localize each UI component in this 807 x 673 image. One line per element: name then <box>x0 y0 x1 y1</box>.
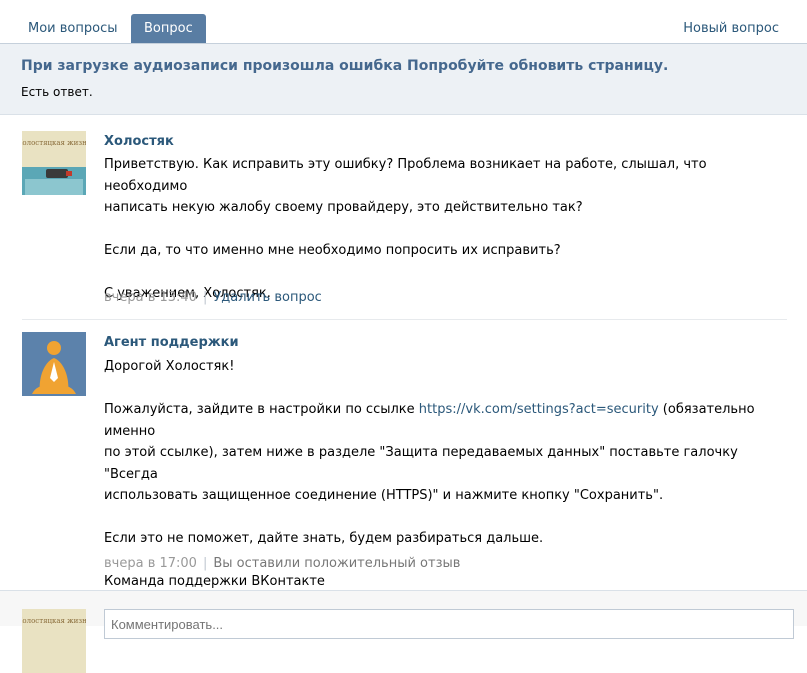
avatar[interactable] <box>22 332 86 396</box>
message-support: Агент поддержки Дорогой Холостяк! Пожалу… <box>0 320 807 590</box>
message-user: Холостяцкая жизнь Холостяк Приветствую. … <box>0 115 807 320</box>
delete-question-link[interactable]: Удалить вопрос <box>213 290 321 305</box>
comment-input[interactable] <box>104 609 794 639</box>
message-line: Если да, то что именно мне необходимо по… <box>104 243 561 258</box>
tab-my-questions[interactable]: Мои вопросы <box>14 14 131 43</box>
support-avatar-image <box>22 332 86 396</box>
avatar-caption: Холостяцкая жизнь <box>22 617 86 625</box>
reply-area: Холостяцкая жизнь <box>0 590 807 673</box>
message-meta: вчера в 17:00 | Вы оставили положительный … <box>104 556 460 571</box>
author-name[interactable]: Холостяк <box>104 134 174 149</box>
message-line: Приветствую. Как исправить эту ошибку? П… <box>104 157 707 194</box>
message-time: вчера в 13:40 <box>104 290 197 305</box>
question-header: При загрузке аудиозаписи произошла ошибк… <box>0 44 807 115</box>
message-line: Если это не поможет, дайте знать, будем … <box>104 531 544 546</box>
message-body: Приветствую. Как исправить эту ошибку? П… <box>104 154 794 305</box>
avatar: Холостяцкая жизнь <box>22 609 86 673</box>
user-avatar-image: Холостяцкая жизнь <box>22 609 86 673</box>
meta-separator: | <box>202 290 208 305</box>
message-line: Пожалуйста, зайдите в настройки по ссылк… <box>104 399 794 442</box>
question-title: При загрузке аудиозаписи произошла ошибк… <box>21 58 669 74</box>
message-text: Пожалуйста, зайдите в настройки по ссылк… <box>104 402 415 417</box>
new-question-link[interactable]: Новый вопрос <box>669 14 793 43</box>
tab-bar: Мои вопросы Вопрос Новый вопрос <box>0 0 807 44</box>
message-line: Дорогой Холостяк! <box>104 359 235 374</box>
message-meta: вчера в 13:40 | Удалить вопрос <box>104 290 322 305</box>
tab-question[interactable]: Вопрос <box>131 14 206 43</box>
message-line: по этой ссылке), затем ниже в разделе "З… <box>104 445 738 482</box>
message-line: написать некую жалобу своему провайдеру,… <box>104 200 583 215</box>
author-name[interactable]: Агент поддержки <box>104 335 239 350</box>
message-line: использовать защищенное соединение (HTTP… <box>104 488 664 503</box>
user-avatar-image: Холостяцкая жизнь <box>22 131 86 195</box>
question-status: Есть ответ. <box>21 85 93 99</box>
avatar-caption: Холостяцкая жизнь <box>22 139 86 147</box>
avatar[interactable]: Холостяцкая жизнь <box>22 131 86 195</box>
meta-separator: | <box>202 556 208 571</box>
settings-link[interactable]: https://vk.com/settings?act=security <box>419 402 659 417</box>
feedback-note: Вы оставили положительный отзыв <box>213 556 461 571</box>
message-time: вчера в 17:00 <box>104 556 197 571</box>
